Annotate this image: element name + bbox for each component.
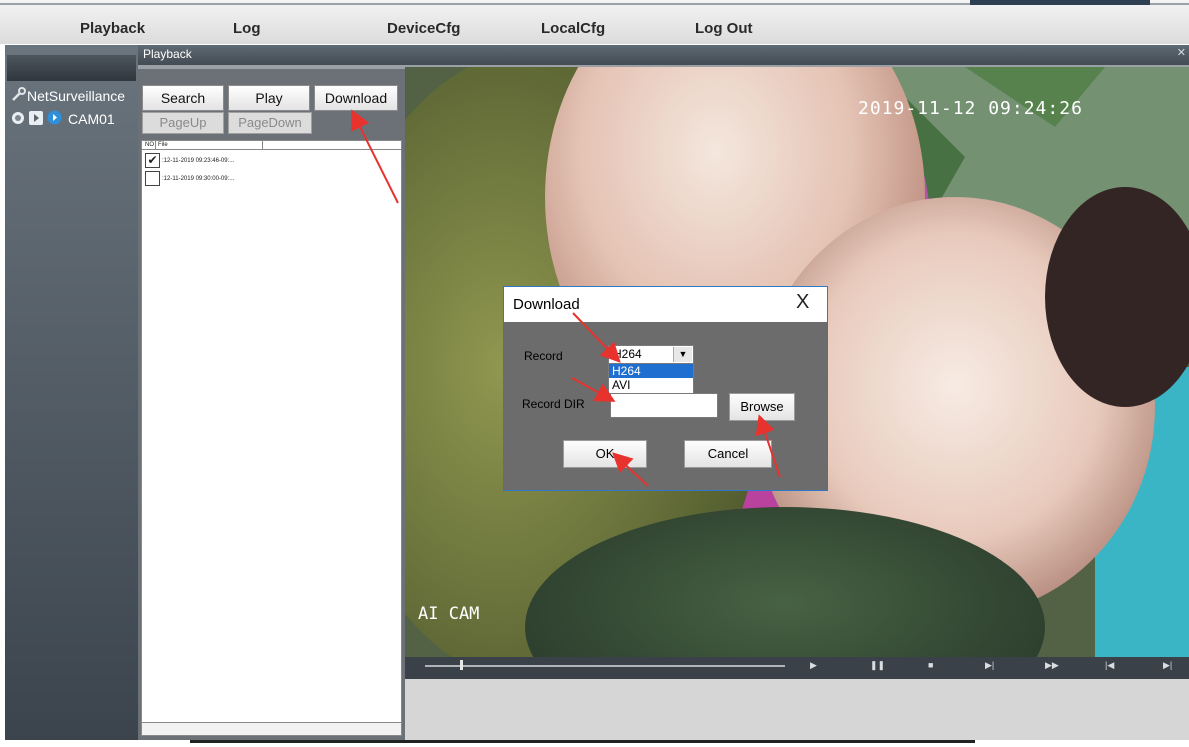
search-button[interactable]: Search [142,85,224,111]
pagedown-button[interactable]: PageDown [228,112,312,134]
osd-camera-name: AI CAM [418,604,480,624]
previous-icon[interactable]: |◀ [1105,660,1114,671]
step-forward-icon[interactable]: ▶| [985,660,994,671]
seek-knob[interactable] [460,660,463,670]
tree-item-cam01[interactable]: CAM01 [11,110,115,128]
file-checkbox-1[interactable]: ✔ [145,153,160,168]
nav-log[interactable]: Log [233,20,261,37]
chevron-down-icon[interactable]: ▼ [673,347,692,362]
file-list: NO File ✔ :12-11-2019 09:23:46-09:... :1… [141,140,402,724]
file-row-2[interactable]: :12-11-2019 09:30:00-09:... [145,171,234,186]
record-format-select[interactable]: H264 ▼ [608,345,694,364]
nav-playback[interactable]: Playback [80,20,145,37]
camera-label: CAM01 [68,111,115,127]
browse-button[interactable]: Browse [729,393,795,421]
file-list-scrollbar[interactable] [141,722,402,736]
bottom-edge [0,740,1189,747]
play-icon[interactable] [29,110,43,128]
top-right-strip [970,0,1150,5]
playback-circle-icon[interactable] [47,110,62,128]
device-tree-header [7,55,136,81]
option-avi[interactable]: AVI [609,378,693,392]
file-row-1[interactable]: ✔ :12-11-2019 09:23:46-09:... [145,153,234,168]
stop-icon[interactable]: ■ [928,660,933,670]
cancel-button[interactable]: Cancel [684,440,772,468]
tree-root-netsurveillance[interactable]: NetSurveillance [11,86,125,105]
download-button[interactable]: Download [314,85,398,111]
playback-titlebar: Playback ✕ [138,45,1189,65]
device-tree-panel: NetSurveillance CAM01 [5,45,138,740]
dialog-close-icon[interactable]: X [796,291,809,314]
ok-button[interactable]: OK [563,440,647,468]
nav-localcfg[interactable]: LocalCfg [541,20,605,37]
file-list-header: NO File [142,141,401,150]
top-navigation-bar: Playback Log DeviceCfg LocalCfg Log Out [0,0,1189,44]
download-dialog: Download X Record H264 ▼ H264 AVI Record… [503,286,828,491]
osd-timestamp: 2019-11-12 09:24:26 [858,98,1083,119]
dialog-titlebar: Download X [504,287,827,322]
column-header-file: File [158,142,168,148]
file-checkbox-2[interactable] [145,171,160,186]
nav-logout[interactable]: Log Out [695,20,752,37]
seek-track[interactable] [425,665,785,667]
play-icon[interactable]: ▶ [810,660,817,671]
wrench-icon [11,86,27,105]
pause-icon[interactable]: ❚❚ [870,660,885,671]
record-dir-label: Record DIR [522,397,585,411]
play-button[interactable]: Play [228,85,310,111]
playback-control-bar: ▶ ❚❚ ■ ▶| ▶▶ |◀ ▶| [405,657,1189,679]
record-format-options: H264 AVI [608,363,694,394]
tree-root-label: NetSurveillance [27,87,126,104]
record-icon[interactable] [11,111,25,128]
record-dir-input[interactable] [610,393,718,418]
lower-info-panel [405,679,1189,740]
next-icon[interactable]: ▶| [1163,660,1172,671]
dialog-title: Download [513,296,580,313]
record-format-value: H264 [613,347,642,361]
record-label: Record [524,349,563,363]
file-name-1: :12-11-2019 09:23:46-09:... [162,157,235,164]
fast-forward-icon[interactable]: ▶▶ [1045,660,1059,671]
pageup-button[interactable]: PageUp [142,112,224,134]
option-h264[interactable]: H264 [609,364,693,378]
close-icon[interactable]: ✕ [1177,46,1186,59]
playback-title: Playback [143,47,192,61]
nav-devicecfg[interactable]: DeviceCfg [387,20,460,37]
column-header-no: NO [145,142,154,148]
file-name-2: :12-11-2019 09:30:00-09:... [162,175,235,182]
